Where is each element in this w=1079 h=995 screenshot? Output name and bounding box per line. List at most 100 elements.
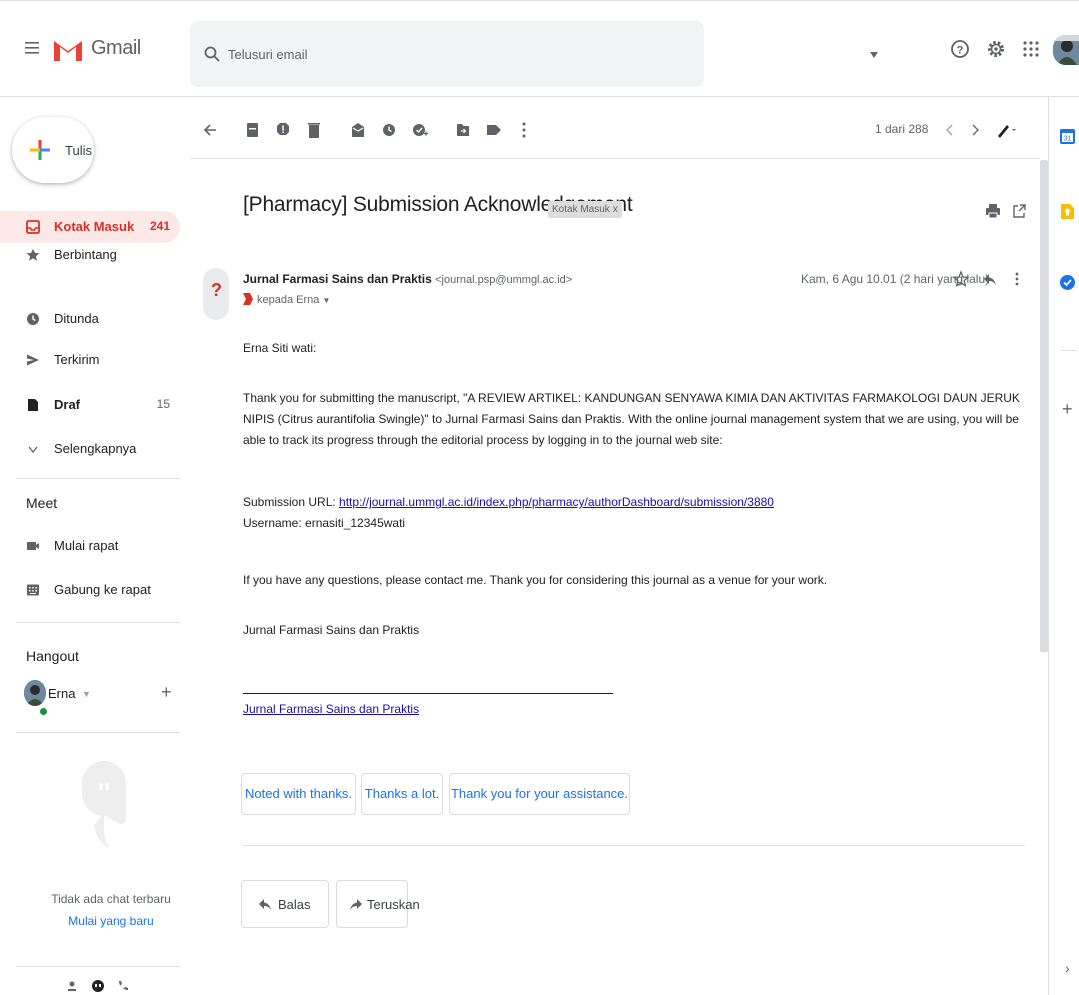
nav-item-more[interactable]: Selengkapnya (0, 433, 180, 465)
email-paragraph: If you have any questions, please contac… (243, 573, 828, 587)
nav-label: Mulai rapat (54, 538, 119, 553)
smart-reply-button[interactable]: Noted with thanks. (241, 773, 356, 815)
chevron-right-icon[interactable] (967, 120, 983, 140)
reply-icon[interactable] (982, 270, 998, 288)
label-icon[interactable] (486, 120, 502, 140)
print-icon[interactable] (986, 203, 1000, 219)
recipient-line[interactable]: kepada Erna ▼ (243, 293, 330, 306)
divider (16, 622, 180, 623)
caret-down-icon[interactable]: ▼ (82, 689, 91, 699)
nav-label: Ditunda (54, 311, 99, 326)
compose-button[interactable]: Tulis (12, 117, 94, 183)
move-to-icon[interactable] (455, 120, 471, 140)
account-avatar[interactable] (1053, 35, 1079, 65)
calendar-icon[interactable]: 31 (1060, 129, 1075, 144)
snooze-icon[interactable] (381, 120, 397, 140)
smart-reply-button[interactable]: Thank you for your assistance. (449, 773, 630, 815)
reply-icon (258, 897, 272, 911)
remove-label-icon[interactable]: x (613, 204, 618, 215)
recipient-details-icon[interactable]: ▼ (322, 296, 330, 305)
submission-url-link[interactable]: http://journal.ummgl.ac.id/index.php/pha… (339, 495, 774, 509)
report-spam-icon[interactable] (275, 120, 291, 140)
svg-text:?: ? (957, 45, 964, 57)
app-name[interactable]: Gmail (91, 37, 141, 60)
keep-icon[interactable] (1060, 204, 1075, 219)
star-icon[interactable] (953, 270, 969, 288)
online-status-icon (39, 707, 48, 716)
message-toolbar: 1 dari 288 (190, 103, 1040, 159)
inbox-label-chip[interactable]: Kotak Masuk x (548, 201, 622, 218)
chevron-left-icon[interactable] (942, 120, 958, 140)
gmail-logo-icon[interactable] (52, 37, 84, 61)
start-new-chat-link[interactable]: Mulai yang baru (0, 914, 222, 928)
mark-unread-icon[interactable] (350, 120, 366, 140)
sender-line: Jurnal Farmasi Sains dan Praktis <journa… (243, 272, 572, 286)
side-panel: 31 + › (1048, 97, 1079, 995)
add-addon-icon[interactable]: + (1062, 399, 1073, 420)
search-input[interactable] (228, 43, 648, 65)
divider (16, 478, 180, 479)
reply-button[interactable]: Balas (241, 880, 329, 928)
search-bar[interactable] (190, 21, 878, 87)
back-icon[interactable] (202, 120, 218, 140)
search-icon[interactable] (204, 46, 220, 62)
more-vert-icon[interactable] (516, 120, 532, 140)
chat-bubble-icon: " (82, 761, 126, 857)
nav-label: Terkirim (54, 352, 100, 367)
sender-name[interactable]: Jurnal Farmasi Sains dan Praktis (243, 272, 432, 286)
tasks-icon[interactable] (1060, 275, 1075, 290)
plus-icon (30, 140, 50, 160)
svg-text:": " (96, 777, 113, 810)
chevron-down-icon (26, 442, 40, 456)
open-new-window-icon[interactable] (1012, 203, 1026, 219)
add-task-icon[interactable] (412, 120, 428, 140)
unknown-sender-icon: ? (211, 280, 222, 300)
help-icon[interactable]: ? (950, 39, 970, 59)
smart-reply-button[interactable]: Thanks a lot. (361, 773, 443, 815)
star-icon (26, 248, 40, 262)
send-icon (26, 353, 40, 367)
delete-icon[interactable] (306, 120, 322, 140)
keyboard-icon (26, 583, 40, 597)
add-icon[interactable]: + (161, 682, 172, 703)
nav-label: Selengkapnya (54, 441, 137, 456)
forward-icon (349, 897, 363, 911)
signature-link[interactable]: Jurnal Farmasi Sains dan Praktis (243, 702, 419, 716)
nav-item-drafts[interactable]: Draf 15 (0, 389, 180, 421)
forward-button[interactable]: Teruskan (336, 880, 420, 928)
no-chat-text: Tidak ada chat terbaru (51, 892, 171, 906)
nav-item-sent[interactable]: Terkirim (0, 344, 180, 376)
input-tools-icon[interactable] (996, 120, 1018, 140)
meet-join-item[interactable]: Gabung ke rapat (0, 574, 180, 606)
gear-icon[interactable] (986, 39, 1006, 59)
more-vert-icon[interactable] (1009, 270, 1025, 288)
hangout-user-name: Erna (48, 686, 76, 701)
email-paragraph: Thank you for submitting the manuscript,… (243, 391, 1020, 447)
search-options-icon[interactable] (869, 51, 879, 59)
apps-icon[interactable] (1021, 39, 1041, 59)
person-icon[interactable] (65, 979, 79, 995)
archive-icon[interactable] (245, 120, 261, 140)
hangouts-icon[interactable] (91, 979, 105, 995)
nav-label: Kotak Masuk (54, 219, 135, 234)
sender-email: <journal.psp@ummgl.ac.id> (435, 274, 573, 286)
avatar (24, 680, 46, 706)
submission-url-label: Submission URL: (243, 495, 340, 509)
svg-text:31: 31 (1064, 136, 1072, 143)
hangout-title: Hangout (26, 648, 79, 664)
draft-icon (26, 398, 40, 412)
sender-avatar[interactable]: ? (203, 268, 229, 320)
chevron-right-icon[interactable]: › (1065, 960, 1070, 976)
email-signoff: Jurnal Farmasi Sains dan Praktis (243, 623, 420, 637)
scrollbar-thumb[interactable] (1040, 160, 1048, 652)
meet-start-item[interactable]: Mulai rapat (0, 530, 180, 562)
nav-item-snoozed[interactable]: Ditunda (0, 303, 180, 335)
nav-count: 241 (149, 219, 170, 233)
nav-item-starred[interactable]: Berbintang (0, 239, 180, 271)
clock-icon (26, 312, 40, 326)
hangout-user[interactable]: Erna ▼ + (24, 680, 184, 716)
divider (243, 845, 1025, 846)
phone-icon[interactable] (116, 979, 130, 995)
main-menu-icon[interactable] (24, 39, 42, 57)
important-marker-icon[interactable] (243, 293, 253, 305)
